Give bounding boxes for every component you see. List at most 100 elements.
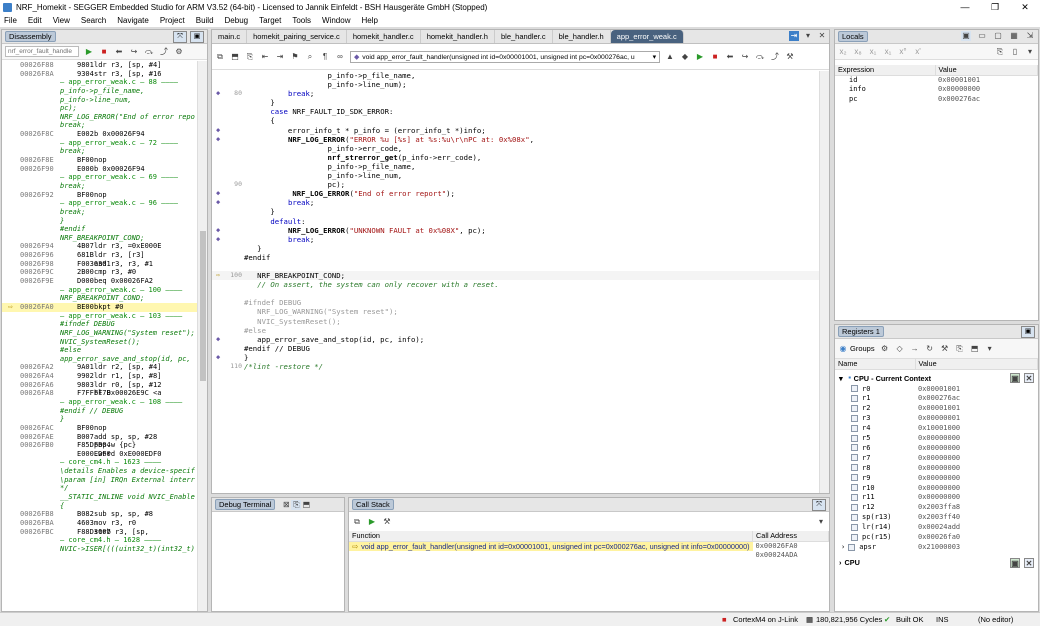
registers-tab[interactable]: Registers 1 (838, 326, 884, 337)
save2-icon[interactable]: ⬒ (970, 344, 980, 354)
register-value[interactable]: 0x2003ffa8 (915, 503, 1038, 513)
disassembly-line[interactable]: 00026FB0 F85DFB04pop.w {pc} (2, 441, 197, 450)
register-row[interactable]: r8 0x00000000 (835, 464, 1038, 474)
disassembly-line[interactable]: break; (2, 121, 197, 130)
tab-main-c[interactable]: main.c (212, 30, 248, 43)
xok-icon[interactable]: x° (898, 47, 908, 57)
register-value[interactable]: 0x00000000 (915, 474, 1038, 484)
panel-options-icon[interactable]: ▣ (190, 31, 204, 43)
menu-item-search[interactable]: Search (81, 16, 106, 25)
code-line[interactable]: } (212, 207, 829, 216)
breakpoint-marker-icon[interactable]: ◆ (216, 198, 220, 207)
x16-icon[interactable]: x₁ (883, 47, 893, 57)
disassembly-line[interactable]: 00026FA4 9902ldr r1, [sp, #8] (2, 372, 197, 381)
disassembly-line[interactable]: 00026FA8 F7FFFF7Bbl 0x00026E9C <a (2, 389, 197, 398)
locals-tab[interactable]: Locals (838, 31, 868, 42)
disassembly-line[interactable]: __STATIC_INLINE void NVIC_Enable (2, 493, 197, 502)
disassembly-line[interactable]: 00026F90 E000b 0x00026F94 (2, 165, 197, 174)
breakpoint-marker-icon[interactable]: ◆ (216, 353, 220, 362)
target-status[interactable]: CortexM4 on J-Link (733, 615, 798, 624)
bookmark-icon[interactable]: ⚑ (290, 52, 300, 62)
code-line[interactable]: p_info->line_num, (212, 171, 829, 180)
disassembly-scrollbar[interactable] (197, 61, 207, 611)
register-row[interactable]: r3 0x00000001 (835, 414, 1038, 424)
register-row[interactable]: r4 0x10001000 (835, 424, 1038, 434)
step-into-icon[interactable]: ↪ (740, 52, 750, 62)
register-row[interactable]: r10 0x00000000 (835, 484, 1038, 494)
disassembly-line[interactable]: — app_error_weak.c — 100 ———— (2, 286, 197, 295)
register-row[interactable]: r6 0x00000000 (835, 444, 1038, 454)
locals-col-value[interactable]: Value (935, 65, 1038, 76)
export-icon[interactable]: ⇲ (1025, 31, 1035, 41)
copy-icon[interactable]: ⎘ (245, 52, 255, 62)
tab-app-error-weak-c[interactable]: app_error_weak.c (610, 30, 684, 43)
menu-item-view[interactable]: View (53, 16, 70, 25)
register-value[interactable]: 0x00024add (915, 523, 1038, 533)
disassembly-line[interactable]: 00026F92 BF00nop (2, 191, 197, 200)
menu-item-navigate[interactable]: Navigate (117, 16, 149, 25)
disassembly-line[interactable]: 00026F96 681Bldr r3, [r3] (2, 251, 197, 260)
glasses-icon[interactable]: ∞ (335, 52, 345, 62)
code-line[interactable]: NVIC_SystemReset(); (212, 317, 829, 326)
screen-icon[interactable]: ▢ (993, 31, 1003, 41)
code-line[interactable]: ◆ error_info_t * p_info = (error_info_t … (212, 126, 829, 135)
disassembly-search-input[interactable] (5, 46, 79, 57)
pin-icon[interactable]: ▣ (1010, 373, 1020, 383)
minimize-icon[interactable]: — (950, 2, 980, 12)
disassembly-line[interactable]: NRF_LOG_ERROR("End of error repo (2, 113, 197, 122)
step-over-icon[interactable]: ⤼ (144, 47, 154, 57)
code-line[interactable]: p_info->line_num); (212, 80, 829, 89)
tab-dropdown-icon[interactable]: ▾ (803, 31, 813, 41)
xchar-icon[interactable]: x' (913, 47, 923, 57)
code-line[interactable]: default: (212, 217, 829, 226)
disassembly-line[interactable]: 00026FA6 9803ldr r0, [sp, #12 (2, 381, 197, 390)
code-line[interactable] (212, 262, 829, 271)
group-close2-icon[interactable]: ✕ (1024, 557, 1034, 568)
x10-icon[interactable]: x₁ (868, 47, 878, 57)
registers-monitor-icon[interactable]: ▣ (1021, 326, 1035, 338)
breakpoint-marker-icon[interactable]: ◆ (216, 135, 220, 144)
disassembly-line[interactable]: — app_error_weak.c — 108 ———— (2, 398, 197, 407)
disassembly-line[interactable]: E000EDF0.word 0xE000EDF0 (2, 450, 197, 459)
back-icon[interactable]: ⬅ (114, 47, 124, 57)
clear-icon[interactable]: ⊠ (281, 500, 291, 510)
disassembly-line[interactable]: } (2, 415, 197, 424)
register-row[interactable]: r9 0x00000000 (835, 474, 1038, 484)
indent-icon[interactable]: ⇤ (260, 52, 270, 62)
disassembly-line[interactable]: 00026FAC BF00nop (2, 424, 197, 433)
callstack-options-icon[interactable]: ⤧ (812, 499, 826, 511)
register-watch-checkbox[interactable] (851, 434, 858, 442)
diamond-icon[interactable]: ◆ (680, 52, 690, 62)
register-value[interactable]: 0x00000000 (915, 434, 1038, 444)
code-line[interactable]: } (212, 98, 829, 107)
back-nav-icon[interactable]: ⬅ (725, 52, 735, 62)
wrench-icon[interactable]: ⚒ (785, 52, 795, 62)
open-icon[interactable]: ⧉ (215, 52, 225, 62)
expand-icon[interactable]: › (841, 543, 845, 551)
register-row[interactable]: r11 0x00000000 (835, 493, 1038, 503)
code-line[interactable]: 90 pc); (212, 180, 829, 189)
breakpoint-marker-icon[interactable]: ◆ (216, 235, 220, 244)
register-row[interactable]: r12 0x2003ffa8 (835, 503, 1038, 513)
code-line[interactable]: ⇨ 100 NRF_BREAKPOINT_COND; (212, 271, 829, 281)
disassembly-line[interactable]: NRF_BREAKPOINT_COND; (2, 294, 197, 303)
register-watch-checkbox[interactable] (851, 503, 858, 511)
current-line-arrow-icon[interactable]: ⇨ (216, 271, 220, 280)
register-value[interactable]: 0x00026fa0 (915, 533, 1038, 543)
disassembly-line[interactable]: 00026FB8 B082sub sp, sp, #8 (2, 510, 197, 519)
disassembly-line[interactable]: #endif // DEBUG (2, 407, 197, 416)
disassembly-line[interactable]: { (2, 502, 197, 511)
build-status[interactable]: Built OK (896, 615, 924, 624)
register-watch-checkbox[interactable] (851, 394, 858, 402)
menu-item-debug[interactable]: Debug (225, 16, 249, 25)
debug-terminal-tab[interactable]: Debug Terminal (215, 499, 276, 510)
disassembly-line[interactable]: 00026F9C 2B00cmp r3, #0 (2, 268, 197, 277)
callstack-col-address[interactable]: Call Address (752, 531, 829, 542)
run-icon[interactable]: ▶ (695, 52, 705, 62)
register-value[interactable]: 0x00001001 (915, 404, 1038, 414)
register-value[interactable]: 0x21000003 (915, 543, 1038, 553)
callstack-tab[interactable]: Call Stack (352, 499, 394, 510)
code-line[interactable]: #else (212, 326, 829, 335)
disassembly-line[interactable]: app_error_save_and_stop(id, pc, (2, 355, 197, 364)
terminal-copy-icon[interactable]: ⎘ (291, 499, 302, 510)
